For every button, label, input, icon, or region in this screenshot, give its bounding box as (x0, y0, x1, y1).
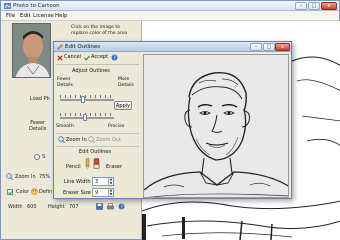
width-value: 600 (27, 204, 37, 210)
main-title-bar[interactable]: Photo to Cartoon – □ x (1, 1, 339, 11)
color-label: Color (16, 189, 30, 195)
close-button[interactable]: x (321, 2, 337, 10)
smooth-label: Smooth (56, 124, 74, 129)
zoom-in-icon[interactable] (6, 173, 13, 180)
apply-button[interactable]: Apply (114, 101, 132, 110)
help-icon[interactable]: ? (118, 203, 125, 210)
line-width-label: Line Width (64, 179, 91, 185)
dialog-close-button[interactable]: x (275, 43, 290, 51)
eraser-tool-icon[interactable] (93, 158, 100, 169)
smooth-slider-track[interactable] (60, 117, 114, 119)
zoom-value: 75% (39, 174, 51, 180)
zoom-out-icon[interactable] (88, 136, 95, 143)
pencil-icon (57, 44, 63, 50)
adjust-outlines-heading: Adjust Outlines (72, 68, 110, 74)
print-icon[interactable] (107, 203, 114, 210)
dialog-controls-panel: Adjust Outlines Fewer Details More Detai… (54, 63, 142, 199)
maximize-button[interactable]: □ (308, 2, 320, 10)
palette-icon[interactable] (31, 188, 38, 195)
divider (56, 64, 139, 65)
stepper-arrows[interactable]: ▲ ▼ (108, 188, 113, 196)
window-title: Photo to Cartoon (13, 3, 60, 9)
menu-file[interactable]: File (6, 13, 15, 19)
photo-thumbnail[interactable] (12, 23, 51, 78)
fewer-details-label: Fewer Details (57, 77, 73, 88)
dialog-minimize-button[interactable]: – (250, 43, 262, 51)
line-width-value: 3 (95, 179, 99, 185)
left-zoom-in-label[interactable]: Zoom In (15, 174, 36, 180)
outline-drawing (144, 55, 288, 197)
eraser-label: Eraser (106, 164, 123, 170)
menu-help[interactable]: Help (55, 13, 68, 19)
eraser-size-stepper[interactable]: 9 ▲ ▼ (92, 188, 114, 197)
details-slider-ticks (60, 95, 114, 98)
dialog-zoom-in-button[interactable]: Zoom In (66, 137, 87, 143)
width-label: Width (8, 204, 23, 210)
svg-text:?: ? (120, 204, 123, 210)
zoom-out-button[interactable]: Zoom Out (96, 137, 121, 143)
main-window: Photo to Cartoon – □ x File Edit License… (0, 0, 340, 240)
details-slider-track[interactable] (60, 99, 114, 101)
accept-button[interactable]: Accept (91, 53, 108, 62)
defin-label: Defin (39, 189, 53, 195)
cancel-icon[interactable] (57, 55, 63, 61)
dialog-title: Edit Outlines (65, 44, 101, 50)
dialog-zoom-in-icon[interactable] (58, 136, 65, 143)
hint-text: Click on the image to replace color of t… (71, 25, 128, 36)
eraser-size-value: 9 (95, 190, 99, 196)
color-checkbox[interactable] (7, 189, 13, 195)
check-icon (8, 190, 13, 195)
dialog-help-icon[interactable]: ? (111, 54, 118, 61)
smooth-slider-thumb[interactable] (83, 114, 87, 121)
radio-button[interactable] (34, 154, 40, 160)
cancel-button[interactable]: Cancel (64, 53, 81, 62)
edit-outlines-dialog: Edit Outlines – □ x Cancel Accept ? Adju… (53, 41, 292, 199)
save-icon[interactable] (96, 203, 103, 210)
height-value: 707 (69, 204, 79, 210)
pencil-tool-icon[interactable] (84, 158, 91, 169)
left-fewer-details: Fewer Details (29, 120, 47, 132)
edit-outlines-heading: Edit Outlines (79, 149, 111, 155)
divider (56, 146, 139, 147)
smooth-slider-ticks (60, 113, 114, 116)
height-label: Height (48, 204, 65, 210)
radio-label: S (42, 154, 46, 160)
menu-license[interactable]: License (33, 13, 54, 19)
accept-icon[interactable] (84, 55, 90, 61)
app-icon (4, 3, 11, 9)
outline-canvas[interactable] (143, 54, 289, 198)
stepper-arrows[interactable]: ▲ ▼ (108, 177, 113, 185)
menu-edit[interactable]: Edit (20, 13, 31, 19)
dialog-toolbar: Cancel Accept ? (54, 52, 142, 63)
minimize-button[interactable]: – (295, 2, 307, 10)
divider (56, 133, 139, 134)
precise-label: Precise (108, 124, 125, 129)
dialog-maximize-button[interactable]: □ (263, 43, 275, 51)
more-details-label: More Details (118, 77, 134, 88)
pencil-label: Pencil (66, 164, 81, 170)
eraser-size-label: Eraser Size (63, 190, 91, 196)
line-width-stepper[interactable]: 3 ▲ ▼ (92, 177, 114, 186)
svg-text:?: ? (113, 55, 116, 61)
details-slider-thumb[interactable] (81, 96, 85, 103)
dialog-title-bar[interactable]: Edit Outlines – □ x (54, 42, 291, 52)
menu-bar: File Edit License Help (1, 11, 339, 21)
load-photo-label[interactable]: Load Ph (30, 96, 50, 102)
portrait-image (13, 24, 50, 77)
